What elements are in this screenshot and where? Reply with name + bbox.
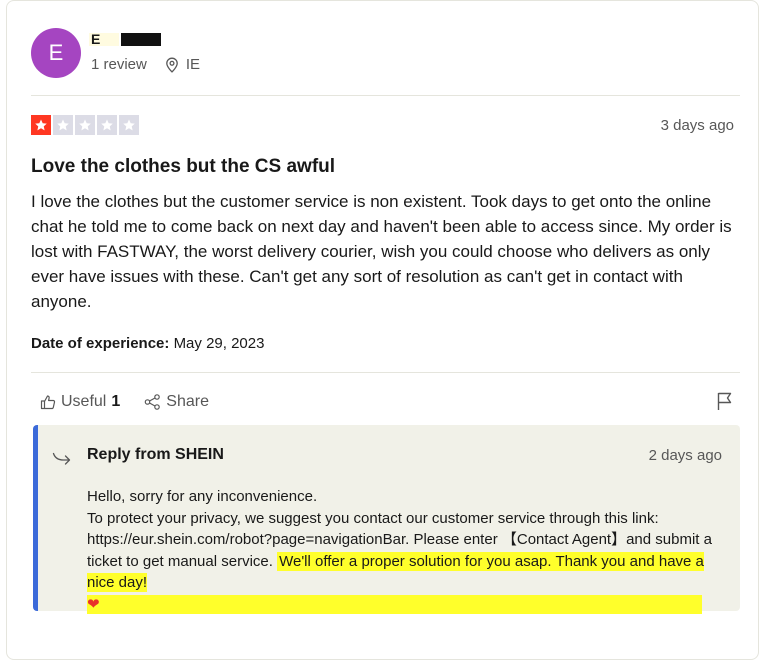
flag-icon: [717, 392, 732, 410]
review-count: 1 review: [91, 56, 147, 73]
reply-date: 2 days ago: [648, 447, 722, 464]
star-icon: [31, 115, 51, 135]
company-reply: Reply from SHEIN 2 days ago Hello, sorry…: [33, 425, 740, 614]
reviewer-name[interactable]: E: [89, 31, 161, 47]
review-actions: Useful 1 Share: [40, 393, 233, 411]
share-label: Share: [166, 393, 209, 410]
share-button[interactable]: Share: [144, 393, 209, 411]
reply-arrow-icon: [52, 449, 72, 470]
thumbs-up-icon: [40, 395, 56, 410]
heart-icon: ❤: [87, 595, 100, 613]
star-icon: [75, 115, 95, 135]
star-icon: [53, 115, 73, 135]
location-pin-icon: [166, 57, 178, 73]
date-of-experience: Date of experience: May 29, 2023: [31, 335, 264, 352]
review-date: 3 days ago: [660, 117, 734, 134]
reviewer-location: IE: [165, 56, 200, 73]
date-of-experience-value: May 29, 2023: [173, 335, 265, 352]
star-icon: [97, 115, 117, 135]
useful-label: Useful: [61, 393, 107, 410]
report-button[interactable]: [716, 391, 734, 416]
star-rating: [31, 115, 139, 135]
useful-count: 1: [111, 393, 121, 410]
review-title[interactable]: Love the clothes but the CS awful: [31, 156, 335, 178]
avatar-letter: E: [48, 40, 64, 65]
reply-line-1: Hello, sorry for any inconvenience.: [87, 488, 318, 505]
name-redaction: [121, 33, 161, 46]
reply-from: Reply from SHEIN: [87, 446, 224, 463]
avatar[interactable]: E: [31, 28, 81, 78]
review-card: E E 1 review IE 3 days ago Love the clot…: [6, 0, 759, 660]
date-of-experience-label: Date of experience:: [31, 335, 170, 352]
review-body: I love the clothes but the customer serv…: [31, 192, 732, 311]
share-icon: [144, 394, 161, 410]
reviewer-name-initial: E: [91, 31, 101, 47]
divider: [31, 95, 740, 96]
useful-button[interactable]: Useful 1: [40, 393, 120, 411]
star-icon: [119, 115, 139, 135]
reply-body: Hello, sorry for any inconvenience. To p…: [87, 486, 727, 615]
reviewer-meta: 1 review IE: [91, 56, 200, 73]
country-code: IE: [185, 56, 201, 73]
divider: [31, 372, 740, 373]
